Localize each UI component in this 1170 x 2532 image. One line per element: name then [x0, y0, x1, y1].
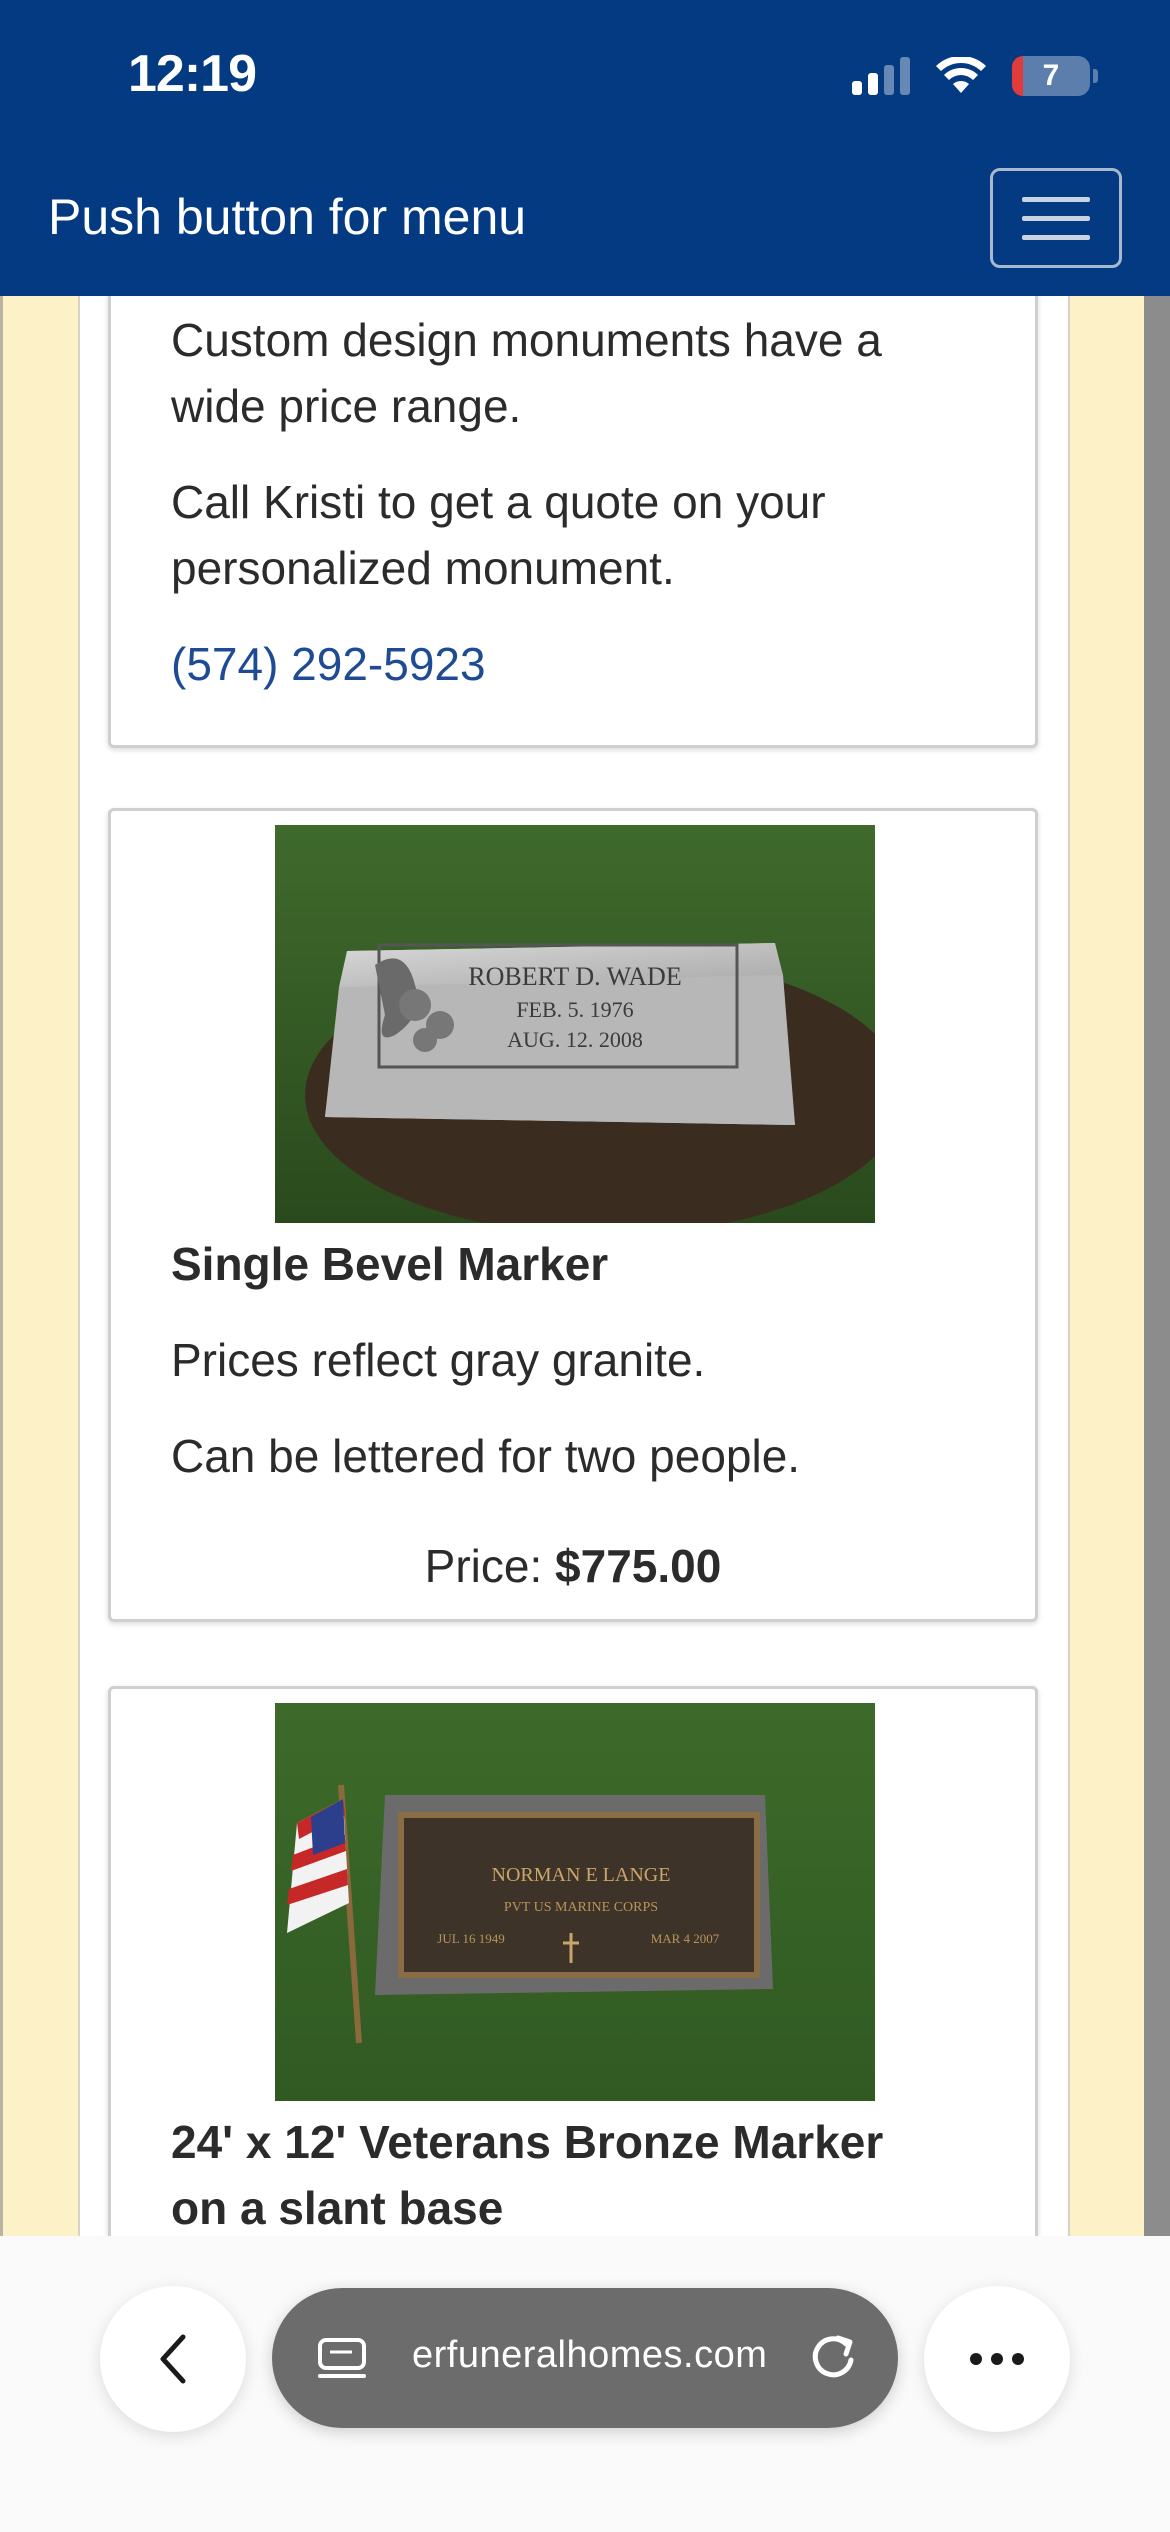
product-title-line2: on a slant base	[171, 2182, 504, 2234]
reload-icon[interactable]	[806, 2330, 860, 2384]
status-icons: 7	[852, 56, 1098, 96]
hamburger-icon	[1022, 196, 1090, 202]
stone-name-text: ROBERT D. WADE	[468, 962, 681, 991]
cellular-signal-icon	[852, 57, 910, 95]
more-options-button[interactable]	[924, 2286, 1070, 2432]
scrollbar[interactable]	[1144, 296, 1170, 2236]
wifi-icon	[936, 57, 986, 93]
price-value: $775.00	[555, 1540, 722, 1592]
product-description-1: Prices reflect gray granite.	[171, 1334, 706, 1386]
phone-link[interactable]: (574) 292-5923	[171, 631, 486, 697]
menu-label: Push button for menu	[48, 189, 527, 245]
chevron-left-icon	[160, 2334, 186, 2384]
battery-level-text: 7	[1042, 59, 1060, 92]
hamburger-menu-button[interactable]	[990, 168, 1122, 268]
product-title: Single Bevel Marker	[171, 1238, 609, 1290]
custom-design-text-line2: wide price range.	[171, 380, 522, 432]
single-bevel-marker-photo: ROBERT D. WADE FEB. 5. 1976 AUG. 12. 200…	[275, 825, 875, 1223]
price-label: Price:	[424, 1540, 556, 1592]
contact-card: Custom design monuments have a wide pric…	[108, 296, 1038, 748]
product-description-2: Can be lettered for two people.	[171, 1430, 801, 1482]
call-kristi-text-line1: Call Kristi to get a quote on your	[171, 476, 826, 528]
product-title-line1: 24' x 12' Veterans Bronze Marker	[171, 2116, 884, 2168]
product-card-single-bevel: ROBERT D. WADE FEB. 5. 1976 AUG. 12. 200…	[108, 808, 1038, 1622]
bronze-date1-text: JUL 16 1949	[437, 1931, 504, 1946]
page-content[interactable]: Custom design monuments have a wide pric…	[0, 296, 1170, 2236]
stone-date2-text: AUG. 12. 2008	[507, 1027, 643, 1052]
browser-toolbar: erfuneralhomes.com	[0, 2236, 1170, 2532]
stone-date1-text: FEB. 5. 1976	[516, 997, 633, 1022]
call-kristi-text-line2: personalized monument.	[171, 542, 675, 594]
status-time: 12:19	[128, 45, 257, 103]
veterans-bronze-marker-photo: NORMAN E LANGE PVT US MARINE CORPS JUL 1…	[275, 1703, 875, 2101]
bronze-name-text: NORMAN E LANGE	[492, 1864, 671, 1886]
back-button[interactable]	[100, 2286, 246, 2432]
address-bar[interactable]: erfuneralhomes.com	[272, 2288, 898, 2428]
tabs-overview-icon	[318, 2338, 366, 2378]
product-price: Price: $775.00	[111, 1533, 1035, 1599]
bronze-date2-text: MAR 4 2007	[651, 1931, 720, 1946]
product-card-veterans-bronze: NORMAN E LANGE PVT US MARINE CORPS JUL 1…	[108, 1686, 1038, 2236]
url-text: erfuneralhomes.com	[412, 2334, 768, 2376]
bronze-rank-text: PVT US MARINE CORPS	[504, 1900, 658, 1915]
top-bar: 12:19 7 Push button for menu	[0, 0, 1170, 296]
battery-icon: 7	[1012, 56, 1098, 96]
ellipsis-icon	[970, 2353, 1024, 2365]
custom-design-text-line1: Custom design monuments have a	[171, 314, 882, 366]
